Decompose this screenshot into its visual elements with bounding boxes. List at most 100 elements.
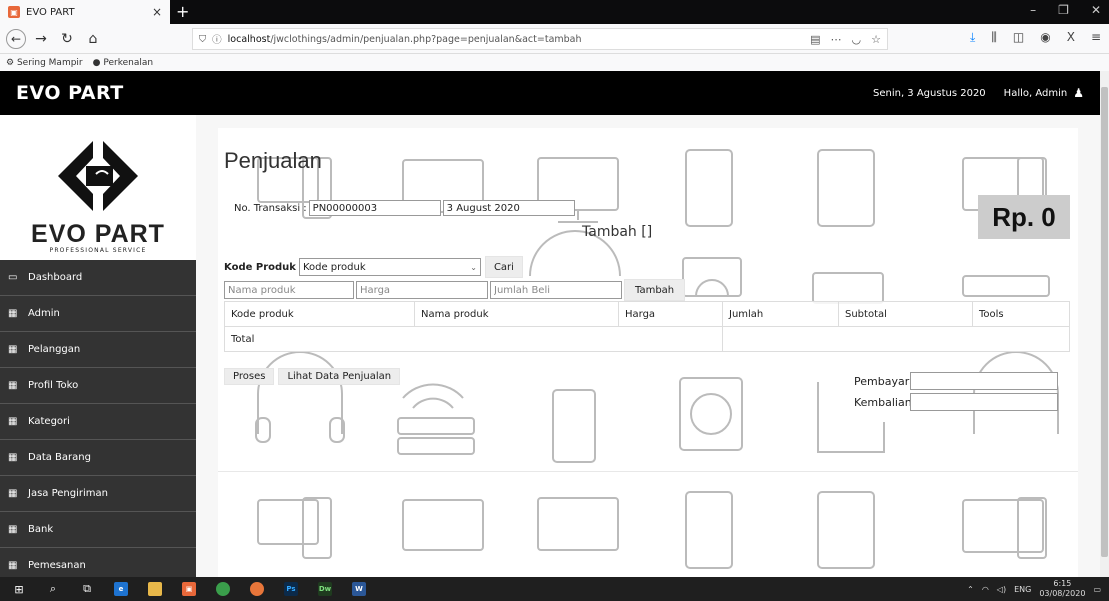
table-icon: ▦ [8,416,18,427]
back-icon[interactable]: ← [6,28,26,49]
pembayaran-input[interactable] [910,372,1058,390]
url-host: localhost [227,33,271,45]
browser-tab-bar: ▣ EVO PART × + – ❐ ✕ [0,0,1109,24]
language-indicator[interactable]: ENG [1014,585,1031,594]
toolbar-icons: ⤓ ⫼ ◫ ◉ X ≡ [970,30,1101,45]
sidebar-item-dashboard[interactable]: ▭ Dashboard [0,260,196,296]
transaksi-label: No. Transaksi : [234,202,307,214]
proses-button[interactable]: Proses [224,368,275,385]
sidebar: EVO PART PROFESSIONAL SERVICE ▭ Dashboard… [0,115,196,584]
table-icon: ▦ [8,524,18,535]
notification-icon[interactable]: ▭ [1093,585,1101,594]
app-header: EVO PART Senin, 3 Agustus 2020 Hallo, Ad… [0,71,1100,115]
bookmark-sering-mampir[interactable]: ⚙ Sering Mampir [6,58,83,68]
col-jumlah: Jumlah [722,301,839,327]
sales-table: Kode produk Nama produk Harga Jumlah Sub… [224,301,1070,352]
photoshop-icon[interactable]: Ps [280,580,302,598]
close-window-icon[interactable]: ✕ [1091,3,1101,17]
table-icon: ▦ [8,308,18,319]
pembayaran-row: Pembayaran [854,372,1058,390]
home-icon[interactable]: ⌂ [82,28,104,50]
table-total-row: Total [224,326,1070,352]
windows-taskbar: ⊞ ⌕ ⧉ e ▣ Ps Dw W ⌃ ◠ ◁) ENG 6:15 03/08/… [0,577,1109,601]
system-tray: ⌃ ◠ ◁) ENG 6:15 03/08/2020 ▭ [967,579,1101,599]
network-icon[interactable]: ◠ [982,585,989,594]
tab-title: EVO PART [26,6,75,18]
reload-icon[interactable]: ↻ [56,28,78,50]
task-view-icon[interactable]: ⧉ [76,580,98,598]
file-explorer-icon[interactable] [144,580,166,598]
clock[interactable]: 6:15 03/08/2020 [1039,579,1085,599]
sidebar-toggle-icon[interactable]: ◫ [1013,30,1024,45]
windows-start-icon[interactable]: ⊞ [8,580,30,598]
menu-icon[interactable]: ≡ [1091,30,1101,45]
bookmark-perkenalan[interactable]: ● Perkenalan [93,58,153,68]
clock-time: 6:15 [1053,579,1072,588]
word-icon[interactable]: W [348,580,370,598]
tambah-button[interactable]: Tambah [624,279,686,301]
volume-icon[interactable]: ◁) [997,585,1006,594]
add-product-row: Tambah [224,279,686,301]
kode-produk-select[interactable]: Kode produk ⌄ [298,258,481,276]
search-icon[interactable]: ⌕ [42,580,64,598]
url-bar[interactable]: ⛉ ⓘ localhost /jwclothings/admin/penjual… [192,28,888,50]
extension-x-icon[interactable]: X [1067,30,1075,45]
sidebar-item-profil-toko[interactable]: ▦ Profil Toko [0,368,196,404]
page-title: Penjualan [224,148,322,173]
transaksi-input[interactable] [308,200,441,216]
user-icon[interactable]: ♟ [1073,86,1084,100]
kode-produk-selected: Kode produk [302,261,366,273]
monitor-icon: ▭ [8,272,18,283]
sidebar-item-bank[interactable]: ▦ Bank [0,512,196,548]
header-date: Senin, 3 Agustus 2020 [872,87,986,99]
lihat-data-penjualan-button[interactable]: Lihat Data Penjualan [278,368,401,385]
chevron-up-icon[interactable]: ⌃ [967,585,974,594]
firefox-icon[interactable] [246,580,268,598]
table-icon: ▦ [8,452,18,463]
window-controls: – ❐ ✕ [1030,3,1101,17]
col-harga: Harga [618,301,723,327]
table-header-row: Kode produk Nama produk Harga Jumlah Sub… [224,301,1070,327]
sidebar-item-pelanggan[interactable]: ▦ Pelanggan [0,332,196,368]
restore-icon[interactable]: ❐ [1058,3,1069,17]
logo-tagline: PROFESSIONAL SERVICE [49,247,147,254]
url-path: /jwclothings/admin/penjualan.php?page=pe… [270,33,582,45]
sidebar-item-data-barang[interactable]: ▦ Data Barang [0,440,196,476]
harga-input[interactable] [356,281,488,299]
bookmark-star-icon[interactable]: ☆ [871,33,881,46]
edge-icon[interactable]: e [110,580,132,598]
header-greeting[interactable]: Hallo, Admin [1004,88,1068,99]
pocket-icon[interactable]: ◡ [852,33,862,46]
chrome-icon[interactable] [212,580,234,598]
total-label: Total [224,326,723,352]
jumlah-beli-input[interactable] [490,281,622,299]
scrollbar-thumb[interactable] [1101,87,1108,557]
tab-close-button[interactable]: × [152,5,162,19]
sidebar-item-admin[interactable]: ▦ Admin [0,296,196,332]
sidebar-item-kategori[interactable]: ▦ Kategori [0,404,196,440]
dreamweaver-icon[interactable]: Dw [314,580,336,598]
minimize-icon[interactable]: – [1030,3,1036,17]
cari-button[interactable]: Cari [484,256,523,278]
page-scrollbar[interactable] [1100,71,1109,577]
bookmarks-bar: ⚙ Sering Mampir ● Perkenalan [0,54,1109,71]
nama-produk-input[interactable] [224,281,354,299]
download-icon[interactable]: ⤓ [970,30,975,45]
date-input[interactable] [442,200,575,216]
kembalian-input[interactable] [910,393,1058,411]
browser-tab[interactable]: ▣ EVO PART × [0,0,170,24]
kembalian-label: Kembalian [854,395,912,409]
browser-nav-bar: ← → ↻ ⌂ ⛉ ⓘ localhost /jwclothings/admin… [0,24,1109,54]
forward-icon[interactable]: → [30,28,52,50]
action-buttons: Proses Lihat Data Penjualan [224,368,401,385]
col-nama-produk: Nama produk [414,301,619,327]
transaction-row: No. Transaksi : [234,200,575,216]
sidebar-menu: ▭ Dashboard ▦ Admin ▦ Pelanggan ▦ Profil Tok… [0,260,196,584]
reader-mode-icon[interactable]: ▤ [810,33,820,46]
xampp-icon[interactable]: ▣ [178,580,200,598]
page-actions-icon[interactable]: ⋯ [831,33,842,46]
sidebar-item-jasa-pengiriman[interactable]: ▦ Jasa Pengiriman [0,476,196,512]
new-tab-button[interactable]: + [176,2,189,21]
library-icon[interactable]: ⫼ [991,30,997,45]
extension-icon[interactable]: ◉ [1040,30,1050,45]
